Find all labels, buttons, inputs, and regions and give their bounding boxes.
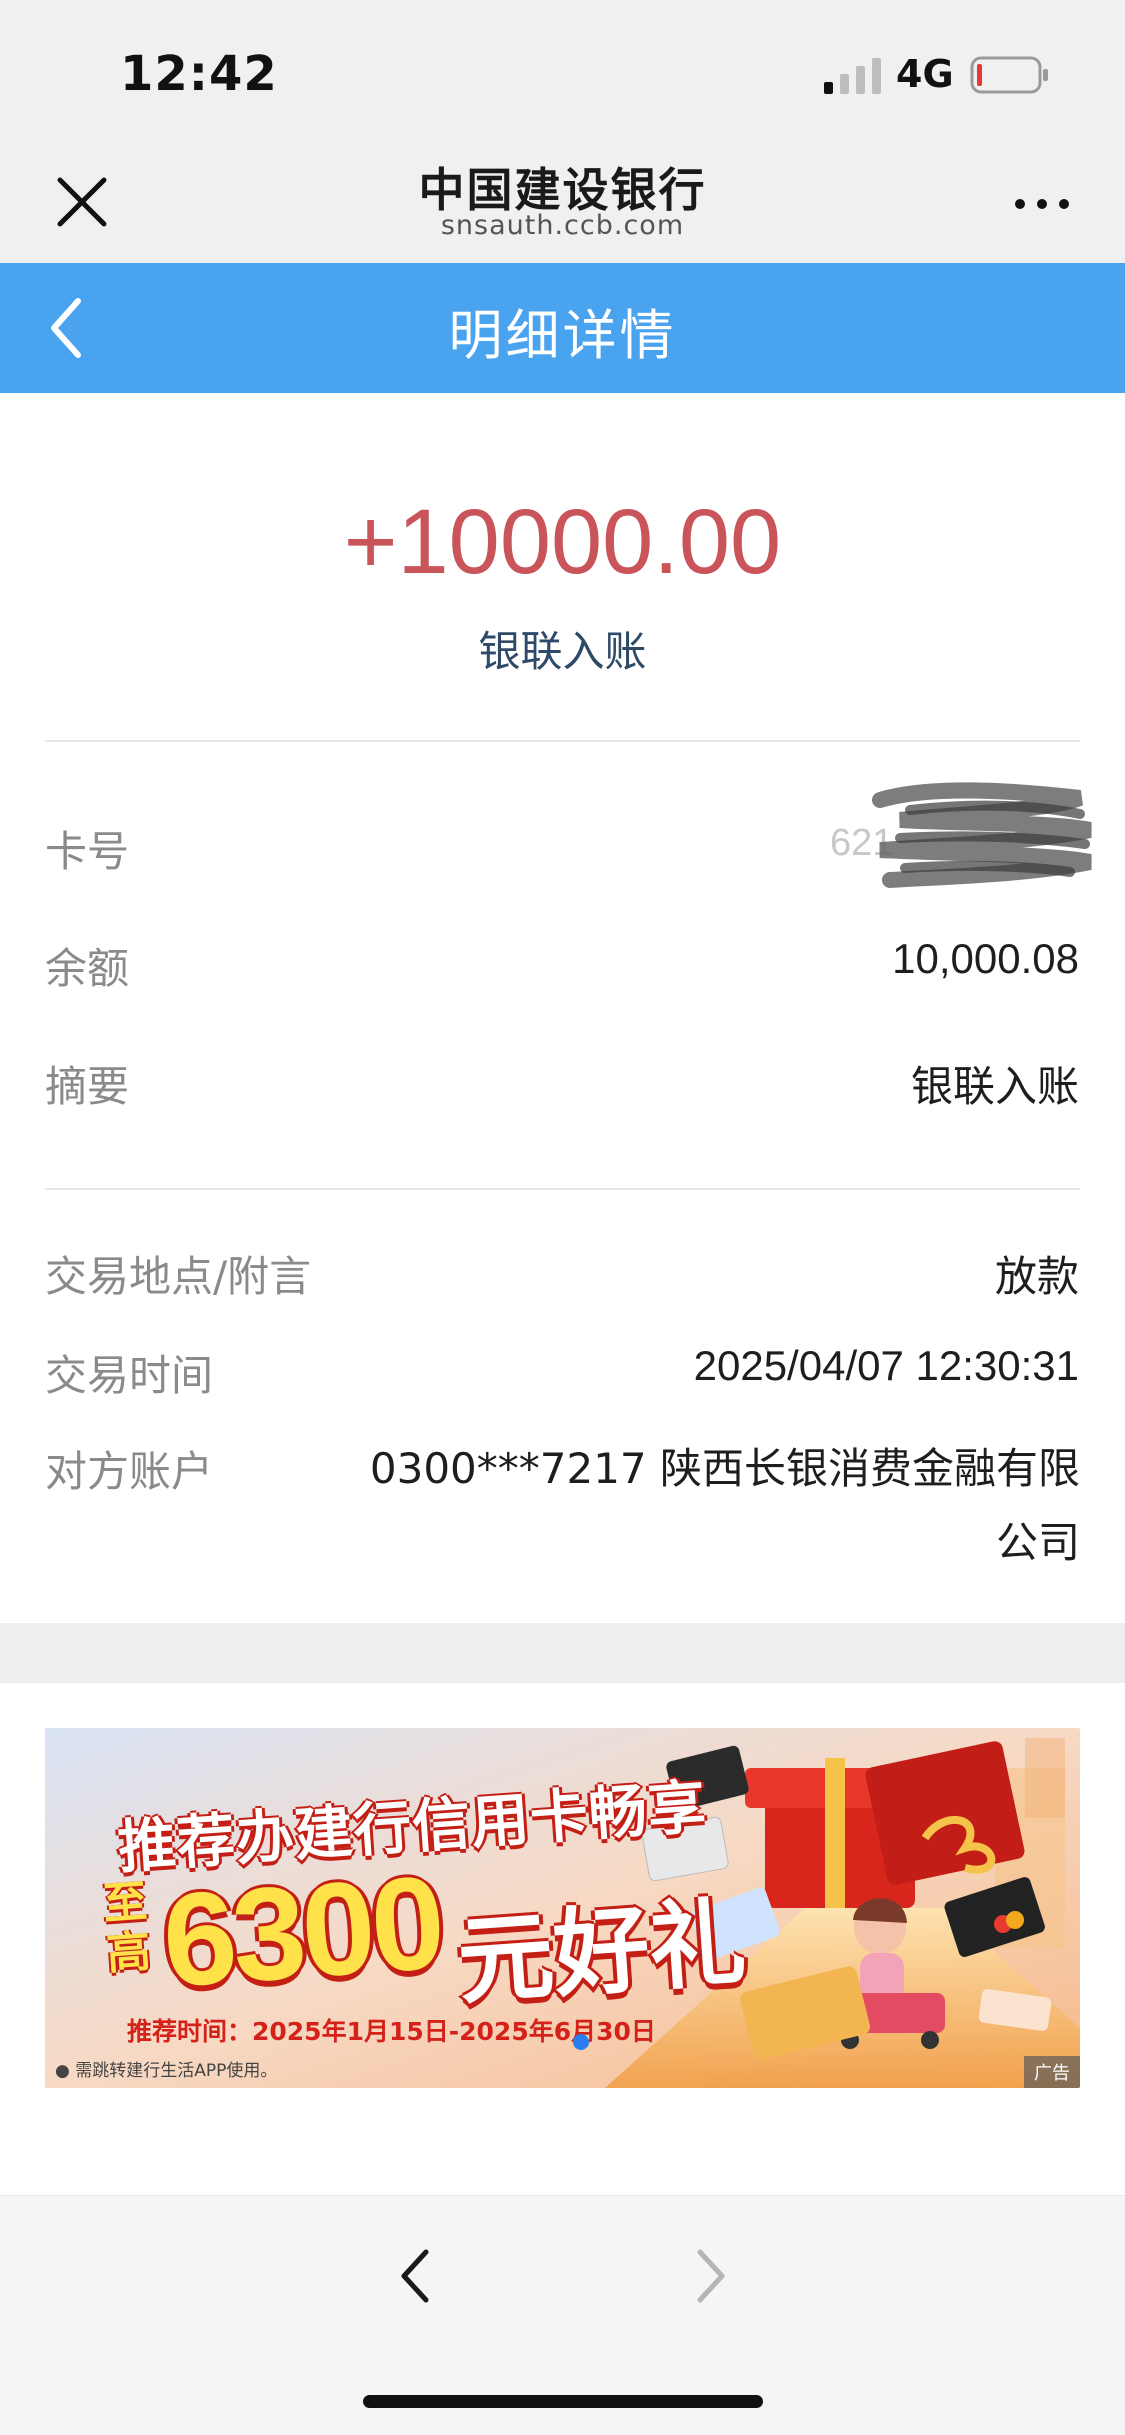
card-number-redacted: 621: [810, 780, 1100, 900]
page-title: 明细详情: [448, 304, 677, 367]
more-icon[interactable]: [1012, 194, 1072, 214]
divider: [45, 740, 1080, 742]
ad-badge: 广告: [1024, 2056, 1080, 2088]
battery-icon: [970, 56, 1048, 94]
counterparty-label: 对方账户: [45, 1447, 214, 1496]
scribble-redaction: [872, 782, 1092, 888]
summary-label: 摘要: [45, 1062, 130, 1111]
transaction-amount: +10000.00: [343, 491, 782, 593]
ad-tail: 元好礼: [454, 1886, 750, 2018]
transaction-type: 银联入账: [478, 627, 647, 676]
status-bar: 12:42 4G: [0, 0, 1125, 140]
ad-note: ● 需跳转建行生活APP使用。: [55, 2061, 278, 2081]
carousel-indicator: [573, 2034, 589, 2050]
card-number-label: 卡号: [45, 827, 130, 876]
location-label: 交易地点/附言: [45, 1252, 312, 1301]
ad-banner[interactable]: 推荐办建行信用卡畅享 至高 6300 元好礼 推荐时间：2025年1月15日-2…: [45, 1728, 1080, 2088]
network-type: 4G: [896, 52, 954, 96]
section-separator: [0, 1623, 1125, 1683]
balance-value: 10,000.08: [892, 935, 1079, 982]
divider: [45, 1188, 1080, 1190]
status-time: 12:42: [120, 46, 278, 102]
balance-label: 余额: [45, 944, 130, 993]
counterparty-value: 0300***7217 陕西长银消费金融有限公司: [369, 1444, 1080, 1567]
ad-prefix: 至高: [101, 1876, 153, 1980]
time-value: 2025/04/07 12:30:31: [693, 1342, 1079, 1389]
time-label: 交易时间: [45, 1351, 214, 1400]
site-url: snsauth.ccb.com: [440, 210, 685, 241]
home-indicator: [363, 2395, 763, 2408]
ad-amount: 6300: [158, 1848, 446, 2015]
browser-header: 中国建设银行 snsauth.ccb.com: [0, 140, 1125, 263]
forward-arrow-icon[interactable]: [690, 2244, 730, 2308]
nav-bar: 明细详情: [0, 263, 1125, 393]
signal-icon: [824, 58, 881, 94]
summary-value: 银联入账: [910, 1063, 1079, 1110]
back-arrow-icon[interactable]: [396, 2244, 436, 2308]
location-value: 放款: [994, 1253, 1079, 1300]
